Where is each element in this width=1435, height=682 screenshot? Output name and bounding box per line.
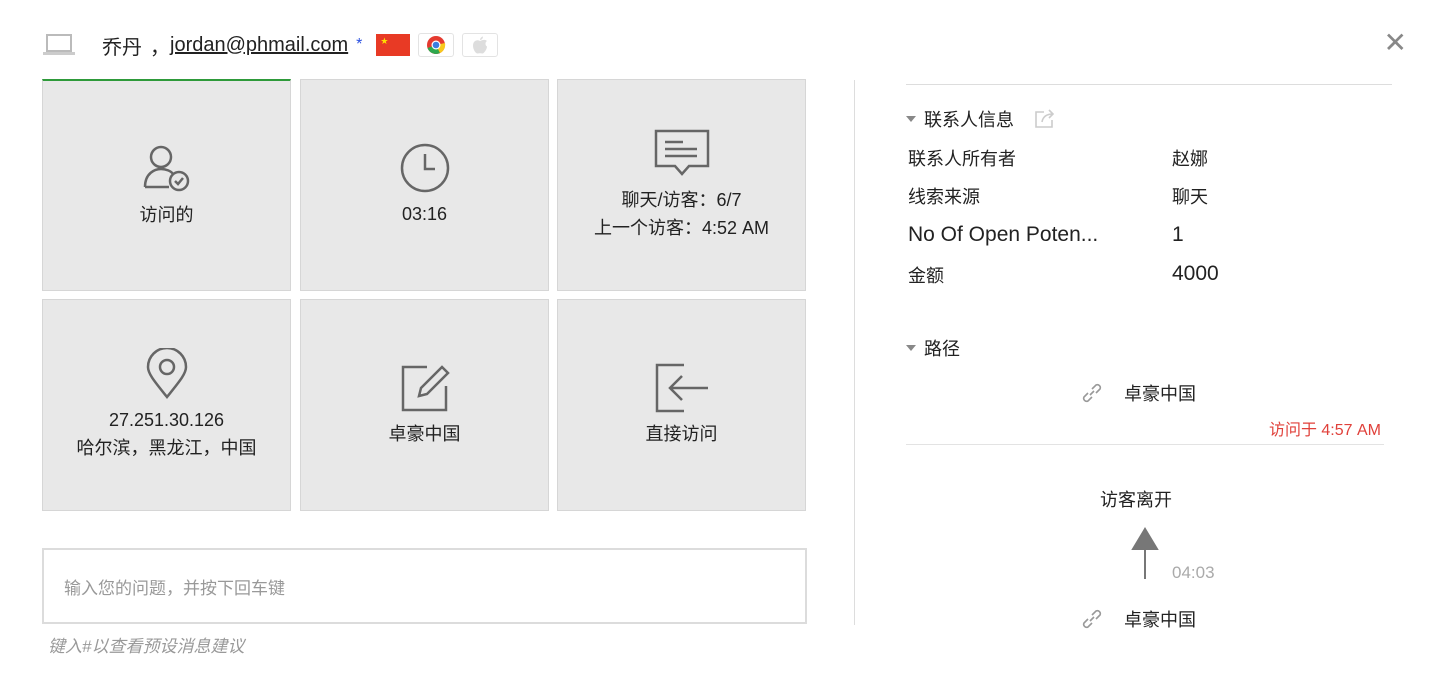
page-title: 卓豪中国: [1124, 384, 1196, 404]
input-placeholder: 输入您的问题，并按下回车键: [64, 578, 285, 598]
visit-time: 访问于 4:57 AM: [1268, 422, 1381, 439]
path-page-link[interactable]: 卓豪中国: [1080, 380, 1196, 406]
caret-down-icon: [906, 345, 916, 351]
tile-location: 27.251.30.126 哈尔滨，黑龙江，中国: [42, 299, 291, 511]
tile-label: 聊天/访客：6/7: [621, 190, 742, 210]
tile-label: 访问的: [139, 204, 194, 225]
tile-referrer: 直接访问: [557, 299, 806, 511]
tile-label: 03:16: [401, 204, 448, 224]
field-label: 线索来源: [908, 187, 980, 207]
path-page-link[interactable]: 卓豪中国: [1080, 606, 1196, 632]
caret-down-icon: [906, 116, 916, 122]
page-title: 卓豪中国: [1124, 610, 1196, 630]
separator: ，: [150, 36, 170, 59]
user-check-icon: [143, 145, 189, 191]
external-link-icon[interactable]: [1034, 109, 1056, 129]
required-star: *: [356, 36, 363, 53]
sign-in-icon: [655, 363, 708, 413]
canned-message-hint: 键入#以查看预设消息建议: [48, 637, 245, 656]
field-value: 4000: [1172, 262, 1219, 285]
apple-icon: [462, 33, 499, 57]
divider: [906, 84, 1392, 85]
field-value: 赵娜: [1172, 149, 1208, 169]
visitor-header: 乔丹 ， jordan@phmail.com * ★: [42, 28, 506, 62]
laptop-icon: [43, 34, 75, 55]
field-value: 聊天: [1172, 187, 1208, 207]
tile-label: 27.251.30.126: [108, 410, 225, 430]
section-title: 联系人信息: [924, 110, 1014, 130]
tile-label: 直接访问: [645, 424, 718, 444]
message-input[interactable]: 输入您的问题，并按下回车键: [42, 548, 807, 624]
field-label: 联系人所有者: [908, 149, 1016, 169]
visitor-left-label: 访客离开: [1100, 490, 1172, 510]
path-toggle[interactable]: 路径: [906, 335, 960, 361]
chrome-icon: [418, 33, 455, 57]
clock-icon: [400, 143, 449, 193]
divider: [854, 80, 855, 625]
tile-visit-status: 访问的: [42, 79, 291, 291]
field-value: 1: [1172, 223, 1184, 246]
visitor-email[interactable]: jordan@phmail.com: [170, 34, 348, 57]
location-pin-icon: [146, 348, 187, 400]
tile-sublabel: 哈尔滨，黑龙江，中国: [76, 438, 257, 458]
divider: [906, 444, 1384, 445]
tile-sublabel: 上一个访客：4:52 AM: [593, 218, 770, 238]
close-button[interactable]: ✕: [1384, 26, 1407, 59]
china-flag-icon: ★: [376, 34, 411, 56]
time-on-page: 04:03: [1172, 563, 1215, 582]
link-icon: [1082, 383, 1102, 403]
section-title: 路径: [924, 339, 960, 359]
field-label: No Of Open Poten...: [908, 223, 1099, 246]
contact-info-toggle[interactable]: 联系人信息: [906, 106, 1056, 132]
tile-duration: 03:16: [300, 79, 549, 291]
tile-label: 卓豪中国: [388, 424, 461, 444]
field-label: 金额: [908, 266, 944, 286]
link-icon: [1082, 609, 1102, 629]
arrow-up-icon: [1131, 527, 1159, 579]
tile-page: 卓豪中国: [300, 299, 549, 511]
visitor-name: 乔丹: [102, 36, 142, 59]
chat-icon: [654, 129, 709, 176]
tile-chats: 聊天/访客：6/7 上一个访客：4:52 AM: [557, 79, 806, 291]
edit-icon: [401, 365, 450, 412]
